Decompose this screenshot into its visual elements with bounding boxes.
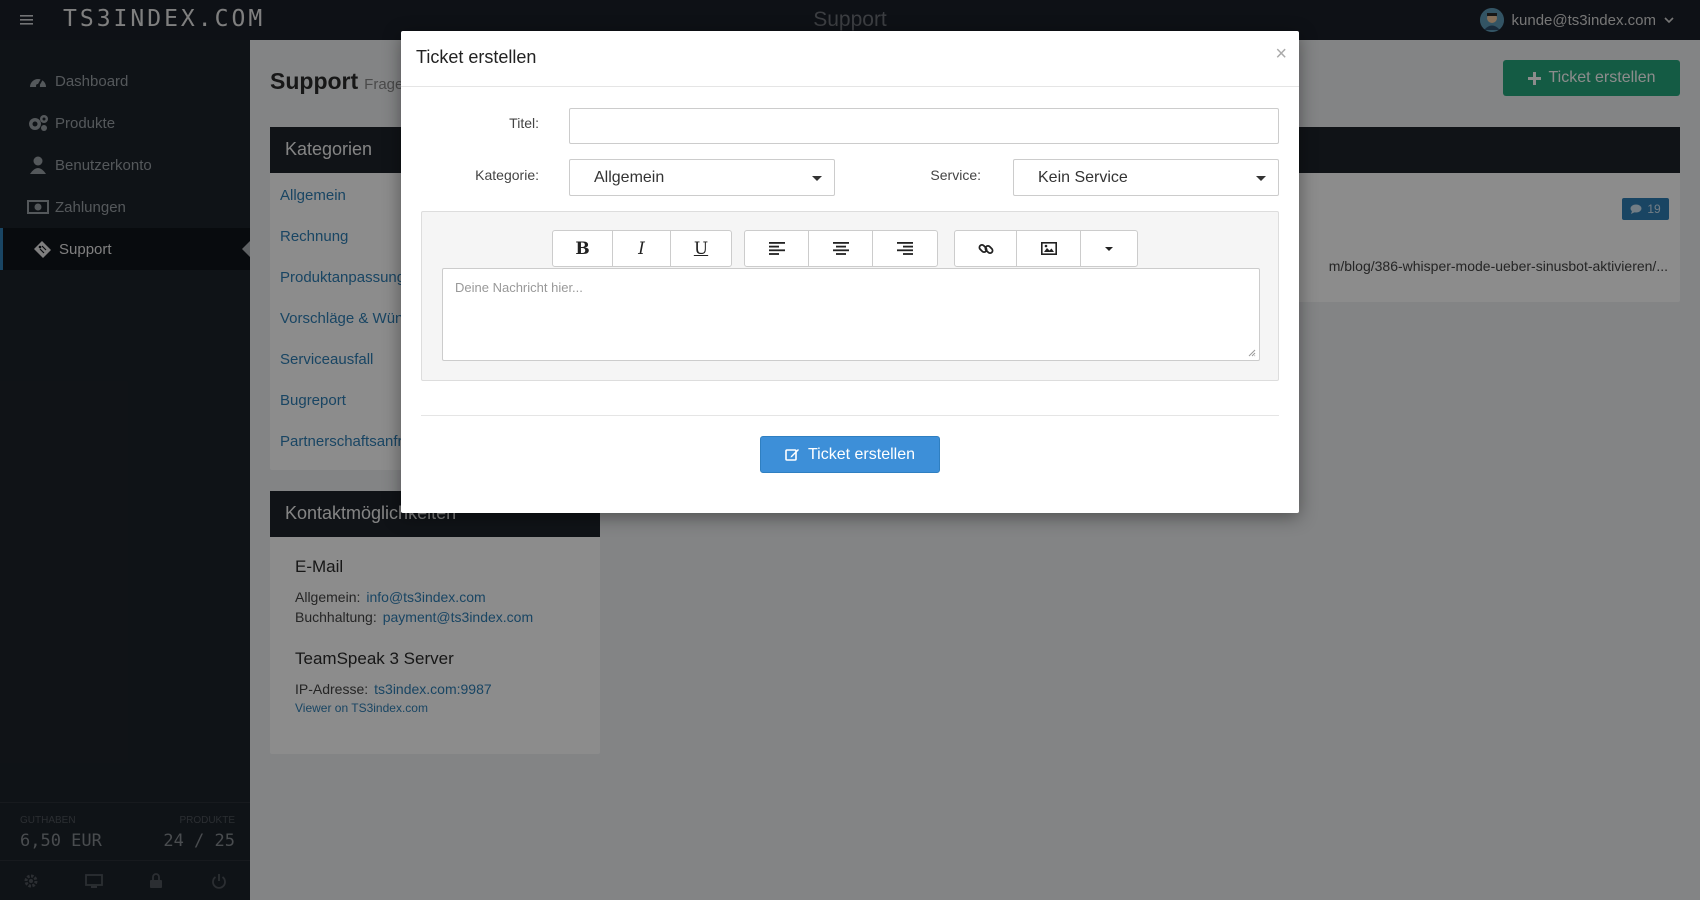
resize-grip-icon[interactable] [1248,349,1256,357]
category-select-value: Allgemein [594,168,665,186]
create-ticket-modal: Ticket erstellen × Titel: Kategorie: All… [401,31,1299,513]
message-editor: B I U Deine Nachricht hier... [421,211,1279,381]
category-label: Kategorie: [475,167,539,183]
caret-down-icon [812,176,822,181]
underline-button[interactable]: U [671,231,731,266]
modal-title: Ticket erstellen [416,47,537,67]
message-placeholder: Deine Nachricht hier... [455,280,583,295]
image-button[interactable] [1017,231,1081,266]
link-icon [978,241,994,257]
close-icon[interactable]: × [1275,43,1287,66]
italic-button[interactable]: I [613,231,671,266]
align-left-button[interactable] [745,231,809,266]
category-select[interactable]: Allgemein [569,159,835,196]
more-options-button[interactable] [1081,231,1137,266]
image-icon [1040,242,1057,255]
submit-ticket-label: Ticket erstellen [808,445,915,463]
text-style-group: B I U [552,230,732,267]
align-left-icon [768,242,785,255]
title-input[interactable] [569,108,1279,144]
service-label: Service: [930,167,981,183]
align-center-button[interactable] [809,231,873,266]
align-center-icon [832,242,849,255]
align-right-button[interactable] [873,231,937,266]
bold-button[interactable]: B [553,231,613,266]
align-group [744,230,938,267]
modal-header: Ticket erstellen × [401,31,1299,87]
link-button[interactable] [955,231,1017,266]
align-right-icon [897,242,913,255]
insert-group [954,230,1138,267]
title-label: Titel: [509,115,539,131]
edit-icon [785,447,800,462]
submit-ticket-button[interactable]: Ticket erstellen [760,436,940,473]
service-select[interactable]: Kein Service [1013,159,1279,196]
modal-divider [421,415,1279,416]
message-textarea[interactable]: Deine Nachricht hier... [442,268,1260,361]
service-select-value: Kein Service [1038,168,1128,186]
caret-down-icon [1256,176,1266,181]
caret-down-icon [1104,246,1114,252]
